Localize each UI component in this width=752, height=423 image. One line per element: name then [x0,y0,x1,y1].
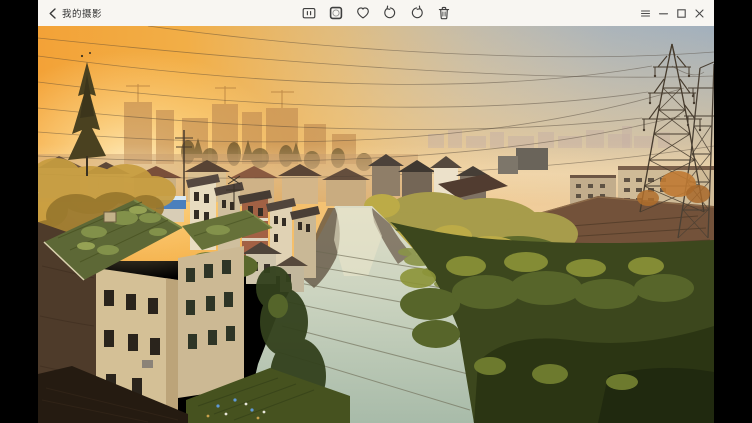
trash-icon [436,5,452,21]
photo-sunset-canal [38,26,714,423]
minimize-icon [657,7,670,20]
maximize-button[interactable] [674,6,688,20]
actual-size-icon [301,5,317,21]
actual-size-button[interactable] [300,5,317,22]
rotate-left-button[interactable] [381,5,398,22]
back-button[interactable]: 我的摄影 [48,6,102,20]
photo-viewer-window: 我的摄影 [38,0,714,423]
minimize-button[interactable] [656,6,670,20]
maximize-icon [675,7,688,20]
window-controls [638,0,706,26]
photo-canvas[interactable] [38,26,714,423]
close-icon [693,7,706,20]
favorite-button[interactable] [354,5,371,22]
heart-icon [355,5,371,21]
letterbox-right [714,0,752,423]
back-chevron-icon [48,8,57,19]
menu-button[interactable] [638,6,652,20]
close-button[interactable] [692,6,706,20]
rotate-right-button[interactable] [408,5,425,22]
menu-icon [639,7,652,20]
fit-to-window-button[interactable] [327,5,344,22]
screen: 我的摄影 [0,0,752,423]
titlebar: 我的摄影 [38,0,714,26]
delete-button[interactable] [435,5,452,22]
letterbox-left [0,0,38,423]
fit-to-window-icon [328,5,344,21]
rotate-right-icon [409,5,425,21]
back-label: 我的摄影 [62,6,102,20]
rotate-left-icon [382,5,398,21]
toolbar [300,0,452,26]
